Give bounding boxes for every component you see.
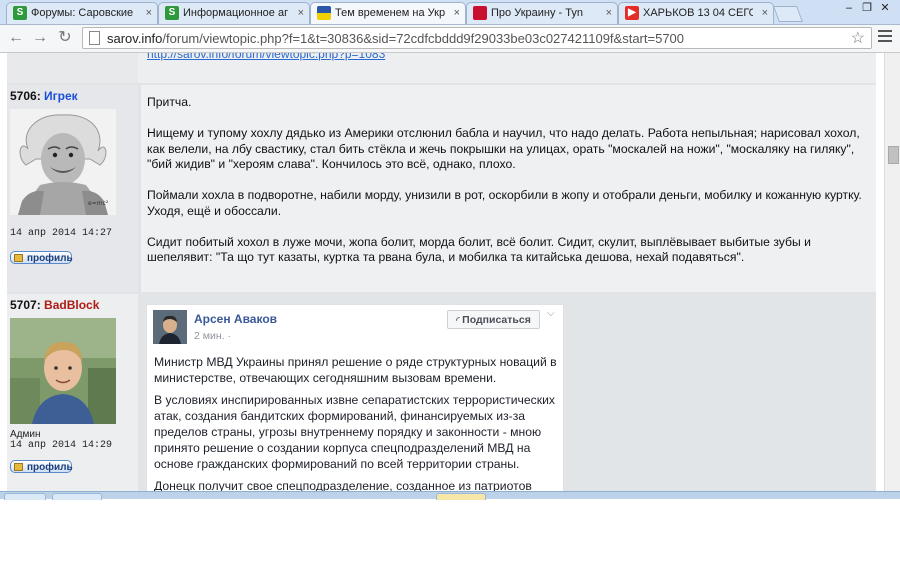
fb-avatar[interactable] [153, 310, 187, 344]
tab-forums[interactable]: S Форумы: Саровские × [6, 2, 158, 24]
tab-kharkov-video[interactable]: ▶ ХАРЬКОВ 13 04 СЕГО × [618, 2, 774, 24]
url-text[interactable]: sarov.info/forum/viewtopic.php?f=1&t=308… [107, 31, 684, 46]
forum-topic: http://sarov.info/forum/viewtopic.php?p=… [7, 53, 876, 491]
url-path: /forum/viewtopic.php?f=1&t=30836&sid=72c… [162, 31, 685, 46]
vertical-scrollbar[interactable] [884, 53, 900, 491]
square-icon [473, 6, 487, 20]
username-link[interactable]: Игрек [44, 89, 78, 103]
post-author-panel: 5706: Игрек e=mc² 14 апр 2014 14:27 проф… [7, 85, 138, 292]
fb-paragraph: В условиях инспирированных извне сепарат… [154, 393, 555, 471]
taskbar [0, 491, 900, 500]
scrollbar-thumb[interactable] [888, 146, 899, 164]
avatar [10, 318, 116, 424]
chevron-down-icon[interactable]: ⌵ [547, 308, 555, 319]
profile-button[interactable]: профиль [10, 460, 73, 473]
page-icon [89, 31, 100, 45]
post-author-panel: 5707: BadBlock Админ 14 апр 2014 14:29 п… [7, 294, 138, 491]
profile-label: профиль [27, 253, 73, 264]
tab-title: Информационное аг [183, 7, 289, 19]
tab-info-agency[interactable]: S Информационное аг × [158, 2, 310, 24]
svg-text:e=mc²: e=mc² [88, 200, 109, 207]
minimize-icon[interactable]: – [840, 2, 858, 14]
post-header: 5706: Игрек [10, 89, 78, 103]
tab-about-ukraine[interactable]: Про Украину - Tyn × [466, 2, 618, 24]
page-viewport: http://sarov.info/forum/viewtopic.php?p=… [0, 53, 884, 491]
post-date: 14 апр 2014 14:29 [10, 440, 113, 451]
post-paragraph: Нищему и тупому хохлу дядько из Америки … [147, 126, 860, 171]
close-icon[interactable]: × [146, 3, 152, 23]
forward-arrow-icon[interactable]: → [30, 28, 50, 48]
tab-title: Форумы: Саровские [31, 7, 134, 19]
post-paragraph: Сидит побитый хохол в луже мочи, жопа бо… [147, 234, 811, 265]
youtube-icon: ▶ [625, 6, 639, 20]
forum-post: 5707: BadBlock Админ 14 апр 2014 14:29 п… [7, 294, 876, 491]
close-window-icon[interactable]: ✕ [876, 1, 894, 14]
profile-icon [14, 463, 23, 471]
fb-subscribe-label: Подписаться [462, 314, 531, 326]
s-site-icon: S [13, 6, 27, 20]
taskbar-item[interactable] [52, 493, 102, 500]
browser-toolbar: ← → ↻ sarov.info/forum/viewtopic.php?f=1… [0, 25, 900, 53]
fb-paragraph: Донецк получит свое спецподразделение, с… [154, 479, 532, 491]
post-body: Арсен Аваков 2 мин. · ◜ Подписаться ⌵ Ми… [141, 294, 876, 491]
menu-icon[interactable] [878, 30, 892, 45]
fb-author-name[interactable]: Арсен Аваков [194, 312, 277, 326]
post-header: 5707: BadBlock [10, 298, 99, 312]
fb-post-time[interactable]: 2 мин. · [194, 330, 231, 342]
address-bar[interactable]: sarov.info/forum/viewtopic.php?f=1&t=308… [82, 27, 872, 49]
profile-icon [14, 254, 23, 262]
tab-title: ХАРЬКОВ 13 04 СЕГО [643, 7, 753, 19]
previous-post-tail: http://sarov.info/forum/viewtopic.php?p=… [7, 53, 876, 83]
close-icon[interactable]: × [454, 3, 460, 23]
previous-post-link[interactable]: http://sarov.info/forum/viewtopic.php?p=… [147, 53, 385, 61]
fb-post-text: Министр МВД Украины принял решение о ряд… [154, 354, 559, 491]
window-controls: – ❐ ✕ [840, 1, 894, 14]
tab-title: Тем временем на Укр [335, 7, 445, 19]
taskbar-item[interactable] [4, 493, 46, 500]
post-number: 5707: [10, 298, 41, 312]
fb-paragraph: Министр МВД Украины принял решение о ряд… [154, 355, 557, 385]
post-body: Притча. Нищему и тупому хохлу дядько из … [141, 85, 876, 292]
close-icon[interactable]: × [606, 3, 612, 23]
profile-label: профиль [27, 462, 73, 473]
profile-button[interactable]: профиль [10, 251, 73, 264]
taskbar-item[interactable] [436, 493, 486, 500]
post-paragraph: Поймали хохла в подворотне, набили морду… [147, 188, 862, 218]
close-icon[interactable]: × [762, 3, 768, 23]
s-site-icon: S [165, 6, 179, 20]
maximize-icon[interactable]: ❐ [858, 1, 876, 14]
username-link[interactable]: BadBlock [44, 298, 99, 312]
tab-strip: S Форумы: Саровские × S Информационное а… [0, 0, 900, 25]
fb-subscribe-button[interactable]: ◜ Подписаться [447, 310, 540, 329]
post-number: 5706: [10, 89, 41, 103]
post-paragraph: Притча. [147, 95, 192, 109]
user-role: Админ [10, 429, 41, 440]
flag-icon [317, 6, 331, 20]
reload-icon[interactable]: ↻ [55, 28, 75, 48]
back-arrow-icon[interactable]: ← [6, 28, 26, 48]
close-icon[interactable]: × [298, 3, 304, 23]
tab-title: Про Украину - Tyn [491, 7, 583, 19]
tab-meanwhile-ukraine[interactable]: Тем временем на Укр × [310, 2, 466, 24]
url-host: sarov.info [107, 31, 163, 46]
facebook-post-embed: Арсен Аваков 2 мин. · ◜ Подписаться ⌵ Ми… [146, 304, 564, 491]
post-date: 14 апр 2014 14:27 [10, 228, 113, 239]
forum-post: 5706: Игрек e=mc² 14 апр 2014 14:27 проф… [7, 85, 876, 292]
avatar: e=mc² [10, 109, 116, 215]
bookmark-star-icon[interactable]: ☆ [851, 28, 865, 48]
post-text: Притча. Нищему и тупому хохлу дядько из … [147, 95, 872, 266]
new-tab-button[interactable] [773, 6, 803, 22]
